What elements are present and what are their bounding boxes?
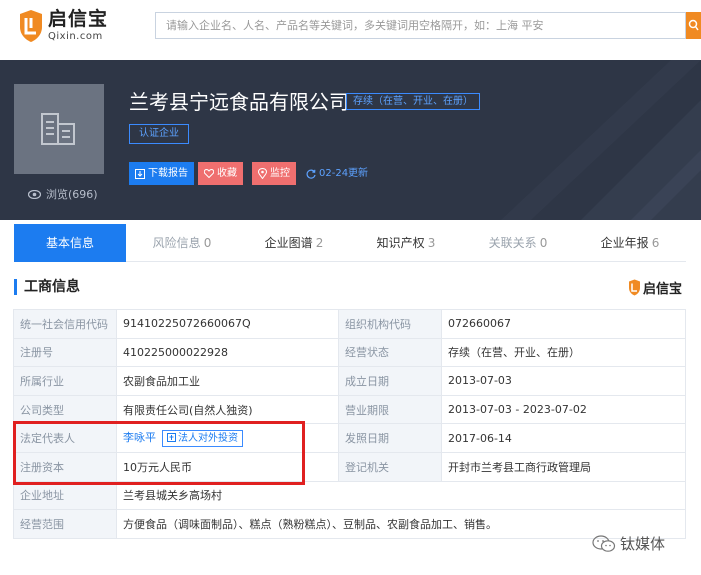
wechat-icon <box>592 534 616 552</box>
company-avatar <box>14 84 104 174</box>
tab-bar: 基本信息 风险信息 0 企业图谱 2 知识产权 3 关联关系 0 企业年报 6 <box>14 224 686 262</box>
tab-annual-report[interactable]: 企业年报 6 <box>574 224 686 262</box>
tab-count: 0 <box>539 236 548 250</box>
certified-badge[interactable]: 认证企业 <box>129 124 189 144</box>
legal-representative-link[interactable]: 李咏平 <box>123 431 156 444</box>
table-row: 经营范围 方便食品（调味面制品）、糕点（熟粉糕点）、豆制品、农副食品加工、销售。 <box>13 509 686 539</box>
company-name: 兰考县宁远食品有限公司 <box>129 90 349 114</box>
field-label: 企业地址 <box>13 480 117 511</box>
field-value: 2013-07-03 - 2023-07-02 <box>441 394 686 425</box>
table-row: 企业地址 兰考县城关乡高场村 <box>13 480 686 511</box>
shield-logo-icon <box>20 10 42 42</box>
logo-domain: Qixin.com <box>48 31 103 42</box>
tab-count: 0 <box>203 236 212 250</box>
table-row: 公司类型 有限责任公司(自然人独资) 营业期限 2013-07-03 - 202… <box>13 394 686 425</box>
field-value: 2017-06-14 <box>441 423 686 453</box>
field-label: 统一社会信用代码 <box>13 309 117 339</box>
field-label: 法定代表人 <box>13 423 117 453</box>
brand-mark: 启信宝 <box>628 278 682 297</box>
field-value: 10万元人民币 <box>116 451 339 482</box>
table-row: 注册号 410225000022928 经营状态 存续（在营、开业、在册） <box>13 337 686 368</box>
field-label: 成立日期 <box>338 366 442 396</box>
field-label: 营业期限 <box>338 394 442 425</box>
field-label: 组织机构代码 <box>338 309 442 339</box>
field-value: 2013-07-03 <box>441 366 686 396</box>
shield-logo-icon <box>629 279 640 296</box>
search-input[interactable]: 请输入企业名、人名、产品名等关键词，多关键词用空格隔开，如：上海 平安 <box>155 12 686 39</box>
field-label: 经营范围 <box>13 509 117 539</box>
field-value: 410225000022928 <box>116 337 339 368</box>
search-button[interactable] <box>686 12 701 39</box>
favorite-button[interactable]: 收藏 <box>198 162 243 185</box>
tab-relations[interactable]: 关联关系 0 <box>462 224 574 262</box>
view-count-text: 浏览(696) <box>46 188 98 201</box>
logo-title: 启信宝 <box>48 8 109 30</box>
field-value: 开封市兰考县工商行政管理局 <box>441 451 686 482</box>
outbound-investment-button[interactable]: 法人对外投资 <box>162 429 243 447</box>
status-badge: 存续（在营、开业、在册） <box>346 93 480 110</box>
table-row: 法定代表人 李咏平 法人对外投资 发照日期 2017-06-14 <box>13 423 686 453</box>
building-icon <box>41 113 75 145</box>
tab-count: 2 <box>315 236 324 250</box>
field-label: 所属行业 <box>13 366 117 396</box>
search-icon <box>688 19 699 31</box>
tab-risk-info[interactable]: 风险信息 0 <box>126 224 238 262</box>
table-row: 注册资本 10万元人民币 登记机关 开封市兰考县工商行政管理局 <box>13 451 686 482</box>
table-row: 所属行业 农副食品加工业 成立日期 2013-07-03 <box>13 366 686 396</box>
logo[interactable]: 启信宝 Qixin.com <box>18 9 108 43</box>
field-label: 发照日期 <box>338 423 442 453</box>
company-header: 浏览(696) 兰考县宁远食品有限公司 存续（在营、开业、在册） 认证企业 下载… <box>0 60 701 220</box>
view-count: 浏览(696) <box>28 186 98 202</box>
download-icon <box>135 168 145 179</box>
heart-icon <box>204 169 214 178</box>
refresh-icon <box>306 169 316 179</box>
field-value: 农副食品加工业 <box>116 366 339 396</box>
business-info-table: 统一社会信用代码 91410225072660067Q 组织机构代码 07266… <box>13 309 686 539</box>
field-label: 公司类型 <box>13 394 117 425</box>
field-label: 注册资本 <box>13 451 117 482</box>
field-label: 注册号 <box>13 337 117 368</box>
field-label: 登记机关 <box>338 451 442 482</box>
tab-basic-info[interactable]: 基本信息 <box>14 224 126 262</box>
watermark-text: 钛媒体 <box>620 535 666 553</box>
investment-icon <box>167 432 176 442</box>
eye-icon <box>28 189 41 199</box>
section-title: 工商信息 <box>14 279 80 295</box>
tab-count: 3 <box>427 236 436 250</box>
field-value: 072660067 <box>441 309 686 339</box>
update-date: 02-24更新 <box>319 168 369 179</box>
tab-enterprise-graph[interactable]: 企业图谱 2 <box>238 224 350 262</box>
field-value: 91410225072660067Q <box>116 309 339 339</box>
tab-intellectual-property[interactable]: 知识产权 3 <box>350 224 462 262</box>
top-bar: 启信宝 Qixin.com 请输入企业名、人名、产品名等关键词，多关键词用空格隔… <box>0 0 701 58</box>
field-value: 李咏平 法人对外投资 <box>116 423 339 453</box>
tab-count: 6 <box>651 236 660 250</box>
field-label: 经营状态 <box>338 337 442 368</box>
background-decoration <box>501 60 701 220</box>
monitor-button[interactable]: 监控 <box>252 162 296 185</box>
field-value: 存续（在营、开业、在册） <box>441 337 686 368</box>
update-refresh[interactable]: 02-24更新 <box>306 162 368 185</box>
table-row: 统一社会信用代码 91410225072660067Q 组织机构代码 07266… <box>13 309 686 339</box>
field-value: 兰考县城关乡高场村 <box>116 480 686 511</box>
watermark: 钛媒体 <box>592 533 665 554</box>
download-report-button[interactable]: 下载报告 <box>129 162 194 185</box>
field-value: 有限责任公司(自然人独资) <box>116 394 339 425</box>
location-pin-icon <box>258 168 267 179</box>
